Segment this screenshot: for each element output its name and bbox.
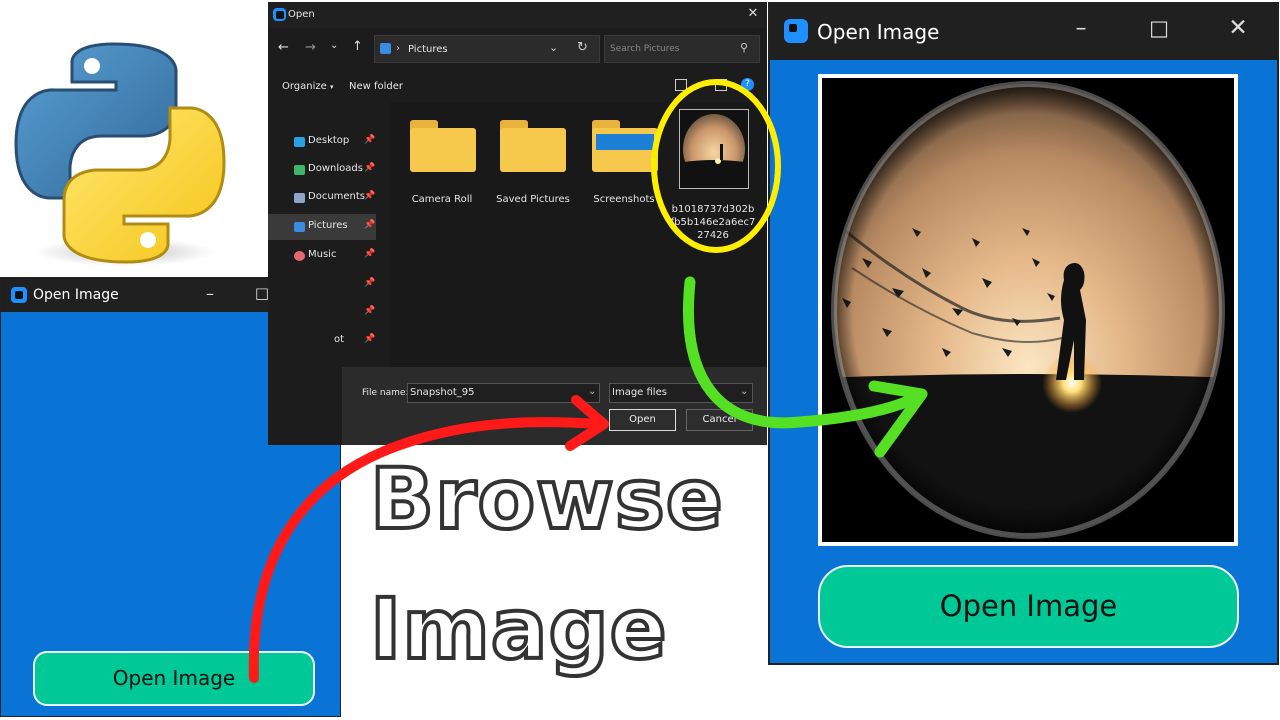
red-arrow-icon (248, 417, 605, 683)
annotation-overlay (248, 79, 928, 683)
green-arrowhead-icon (868, 380, 928, 458)
highlight-circle-icon (651, 79, 781, 253)
green-arrow-icon (683, 276, 921, 429)
